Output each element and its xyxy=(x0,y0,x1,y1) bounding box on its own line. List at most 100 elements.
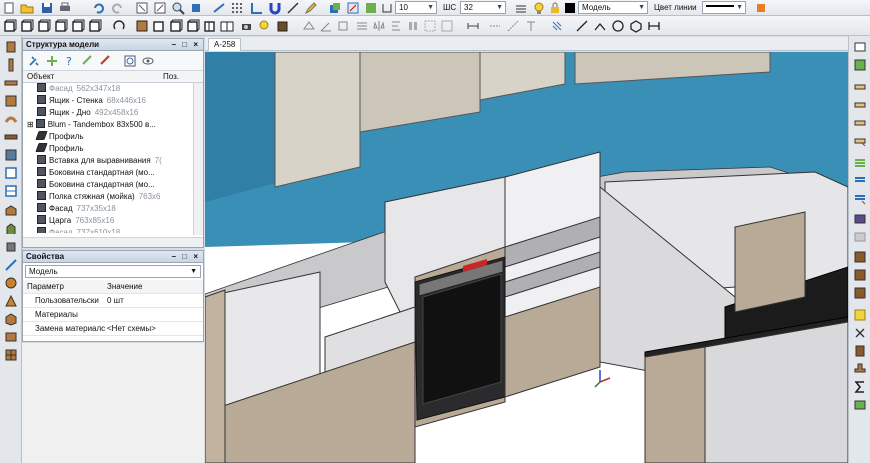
facade-icon[interactable] xyxy=(4,94,18,108)
window-icon[interactable] xyxy=(853,40,867,54)
horizontal-panel-icon[interactable] xyxy=(4,76,18,90)
line-tool-icon[interactable] xyxy=(286,1,300,15)
leader-icon[interactable] xyxy=(506,19,520,33)
add-object-icon[interactable] xyxy=(45,54,59,68)
find-icon[interactable] xyxy=(123,54,137,68)
text-icon[interactable] xyxy=(524,19,538,33)
save-icon[interactable] xyxy=(40,1,54,15)
array-icon[interactable] xyxy=(355,19,369,33)
fastener-add-icon[interactable] xyxy=(853,268,867,282)
property-row[interactable]: Материалы xyxy=(23,308,203,322)
export-icon[interactable] xyxy=(853,58,867,72)
3d-viewport[interactable] xyxy=(205,52,848,463)
property-row[interactable]: Замена материалс <Нет схемы> xyxy=(23,322,203,336)
pencil-icon[interactable] xyxy=(304,1,318,15)
plinth-icon[interactable] xyxy=(4,222,18,236)
draw-polyline-icon[interactable] xyxy=(593,19,607,33)
sweep-icon[interactable] xyxy=(4,330,18,344)
new-document-icon[interactable] xyxy=(2,1,16,15)
measure-distance-icon[interactable] xyxy=(302,19,316,33)
groove-remove-icon[interactable] xyxy=(853,192,867,206)
tree-row[interactable]: Боковина стандартная (мо... xyxy=(23,167,193,179)
edge-band-icon[interactable] xyxy=(853,80,867,94)
group-icon[interactable] xyxy=(423,19,437,33)
layer-manager-icon[interactable] xyxy=(514,1,528,15)
zoom-icon[interactable] xyxy=(171,1,185,15)
open-folder-icon[interactable] xyxy=(20,1,34,15)
draw-polygon-icon[interactable] xyxy=(629,19,643,33)
step-select[interactable]: 32 ▼ xyxy=(460,1,506,14)
palette-icon[interactable] xyxy=(754,1,768,15)
sections-icon[interactable] xyxy=(203,19,217,33)
layers-icon[interactable] xyxy=(328,1,342,15)
vertical-panel-icon[interactable] xyxy=(4,58,18,72)
profile-icon[interactable] xyxy=(4,148,18,162)
mirror-icon[interactable] xyxy=(372,19,386,33)
cone-icon[interactable] xyxy=(4,294,18,308)
tree-row[interactable]: Боковина стандартная (мо... xyxy=(23,179,193,191)
groove-edit-icon[interactable] xyxy=(853,174,867,188)
view-iso-icon[interactable] xyxy=(88,19,102,33)
curved-panel-icon[interactable] xyxy=(4,112,18,126)
tree-row[interactable]: Полка стяжная (мойка) 763x6 xyxy=(23,191,193,203)
zoom-window-icon[interactable] xyxy=(135,1,149,15)
countertop-icon[interactable] xyxy=(4,130,18,144)
distribute-icon[interactable] xyxy=(406,19,420,33)
draw-line-icon[interactable] xyxy=(575,19,589,33)
rotate-view-icon[interactable] xyxy=(112,19,126,33)
grid-panels-icon[interactable] xyxy=(4,348,18,362)
note-icon[interactable] xyxy=(853,308,867,322)
ungroup-icon[interactable] xyxy=(440,19,454,33)
material-sphere-icon[interactable] xyxy=(4,276,18,290)
tree-row[interactable]: Профиль xyxy=(23,143,193,155)
wireframe-view-icon[interactable] xyxy=(152,19,166,33)
lock-icon[interactable] xyxy=(548,1,562,15)
draw-dimension-icon[interactable] xyxy=(647,19,661,33)
properties-object-select[interactable]: Модель ▼ xyxy=(25,265,201,278)
column-pos[interactable]: Поз. xyxy=(163,71,179,83)
layer-select[interactable]: Модель ▼ xyxy=(578,1,648,14)
ortho-icon[interactable] xyxy=(250,1,264,15)
zoom-all-icon[interactable] xyxy=(153,1,167,15)
view-right-icon[interactable] xyxy=(54,19,68,33)
cut-disabled-icon[interactable] xyxy=(853,230,867,244)
outline-view-icon[interactable] xyxy=(186,19,200,33)
grid-icon[interactable] xyxy=(230,1,244,15)
stamp-icon[interactable] xyxy=(853,362,867,376)
tree-row[interactable]: Профиль xyxy=(23,131,193,143)
redo-icon[interactable] xyxy=(110,1,124,15)
print-icon[interactable] xyxy=(58,1,72,15)
box-icon[interactable] xyxy=(4,166,18,180)
edge-icon[interactable] xyxy=(4,258,18,272)
link-icon[interactable] xyxy=(81,54,95,68)
extrude-icon[interactable] xyxy=(4,312,18,326)
tree-row[interactable]: Фасад 737x35x18 xyxy=(23,203,193,215)
tools-icon[interactable] xyxy=(27,54,41,68)
groove-icon[interactable] xyxy=(853,156,867,170)
column-object[interactable]: Объект xyxy=(27,72,54,81)
report-icon[interactable] xyxy=(853,398,867,412)
dimension-icon[interactable] xyxy=(466,19,480,33)
query-icon[interactable]: ? xyxy=(63,54,77,68)
pan-icon[interactable] xyxy=(189,1,203,15)
fastener-remove-icon[interactable] xyxy=(853,286,867,300)
camera-icon[interactable] xyxy=(240,19,254,33)
tree-row[interactable]: Фасад 737x610x18 xyxy=(23,227,193,233)
view-top-icon[interactable] xyxy=(71,19,85,33)
object-snap-icon[interactable] xyxy=(346,1,360,15)
tree-row[interactable]: Ящик - Стенка 68x446x16 xyxy=(23,95,193,107)
align-icon[interactable] xyxy=(389,19,403,33)
tree-expand-icon[interactable]: ⊞ xyxy=(27,120,34,129)
undo-icon[interactable] xyxy=(92,1,106,15)
measure-angle-icon[interactable] xyxy=(319,19,333,33)
tree-row[interactable]: Вставка для выравнивания 7( xyxy=(23,155,193,167)
scissors-icon[interactable] xyxy=(853,326,867,340)
fastener-icon[interactable] xyxy=(853,250,867,264)
light-bulb-icon[interactable] xyxy=(532,1,546,15)
property-row[interactable]: Пользовательски 0 шт xyxy=(23,294,203,308)
drawer-icon[interactable] xyxy=(4,204,18,218)
view-back-icon[interactable] xyxy=(20,19,34,33)
measure-area-icon[interactable] xyxy=(336,19,350,33)
hatch-icon[interactable] xyxy=(550,19,564,33)
tree-vertical-scrollbar[interactable] xyxy=(193,83,203,235)
